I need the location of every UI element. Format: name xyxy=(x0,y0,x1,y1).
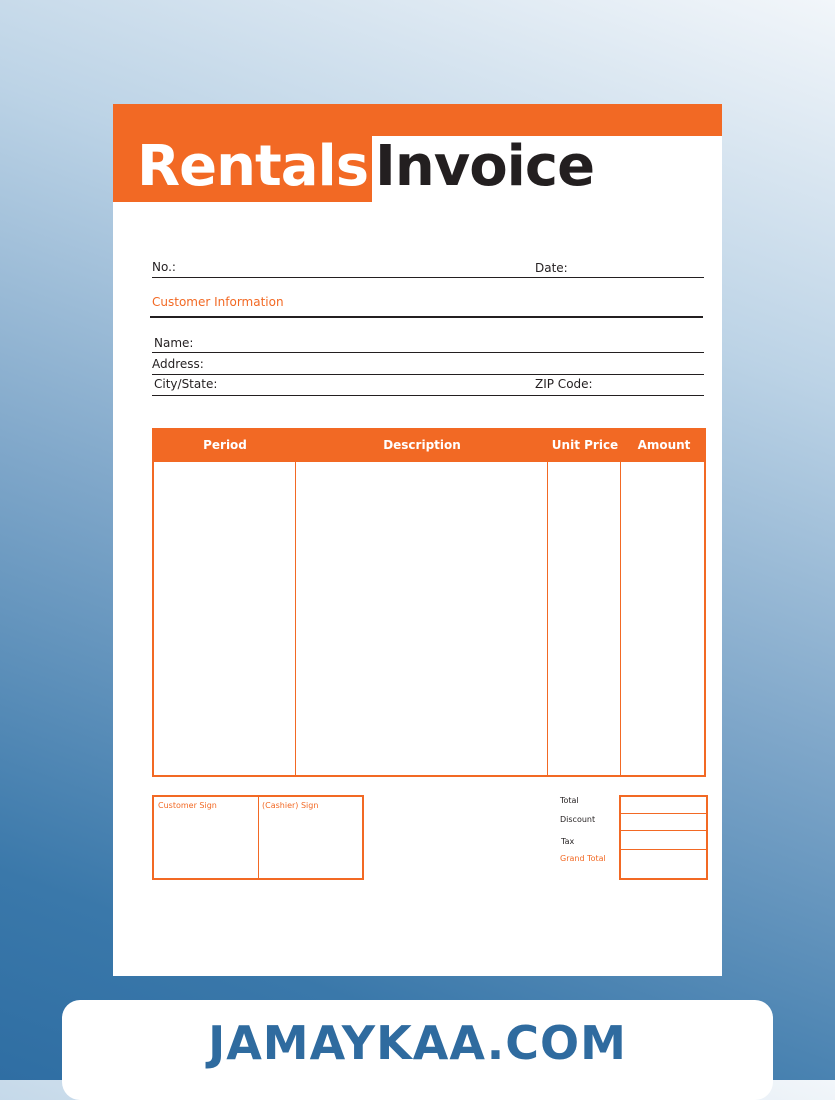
city-line xyxy=(152,395,704,396)
totals-row-divider xyxy=(621,830,706,831)
items-table: Period Description Unit Price Amount xyxy=(152,428,706,777)
totals-row-divider xyxy=(621,813,706,814)
tax-label: Tax xyxy=(561,837,575,846)
total-label: Total xyxy=(560,796,579,805)
address-line xyxy=(152,374,704,375)
zip-code-label: ZIP Code: xyxy=(535,377,593,391)
totals-box xyxy=(619,795,708,880)
no-date-line xyxy=(152,277,704,278)
name-label: Name: xyxy=(154,336,194,350)
customer-info-heading: Customer Information xyxy=(152,295,284,309)
invoice-sheet: Rentals Invoice No.: Date: Customer Info… xyxy=(113,104,722,976)
signature-divider xyxy=(258,797,259,878)
invoice-no-label: No.: xyxy=(152,260,176,274)
items-table-header: Period Description Unit Price Amount xyxy=(154,430,704,462)
col-description: Description xyxy=(383,438,461,452)
date-label: Date: xyxy=(535,261,568,275)
grand-total-label: Grand Total xyxy=(560,854,606,863)
customer-info-divider xyxy=(150,316,703,318)
site-name[interactable]: JAMAYKAA.COM xyxy=(62,1016,773,1070)
cashier-sign-label: (Cashier) Sign xyxy=(262,801,319,810)
title-invoice: Invoice xyxy=(375,134,595,199)
address-label: Address: xyxy=(152,357,204,371)
customer-sign-label: Customer Sign xyxy=(158,801,217,810)
col-divider xyxy=(547,462,548,775)
city-state-label: City/State: xyxy=(154,377,218,391)
col-amount: Amount xyxy=(637,438,691,452)
name-line xyxy=(152,352,704,353)
col-period: Period xyxy=(203,438,247,452)
totals-row-divider xyxy=(621,849,706,850)
title-rentals: Rentals xyxy=(137,134,369,199)
col-divider xyxy=(295,462,296,775)
col-divider xyxy=(620,462,621,775)
footer-banner: JAMAYKAA.COM xyxy=(62,1000,773,1100)
col-unit-price: Unit Price xyxy=(551,438,619,452)
signature-box: Customer Sign (Cashier) Sign xyxy=(152,795,364,880)
discount-label: Discount xyxy=(560,815,596,824)
